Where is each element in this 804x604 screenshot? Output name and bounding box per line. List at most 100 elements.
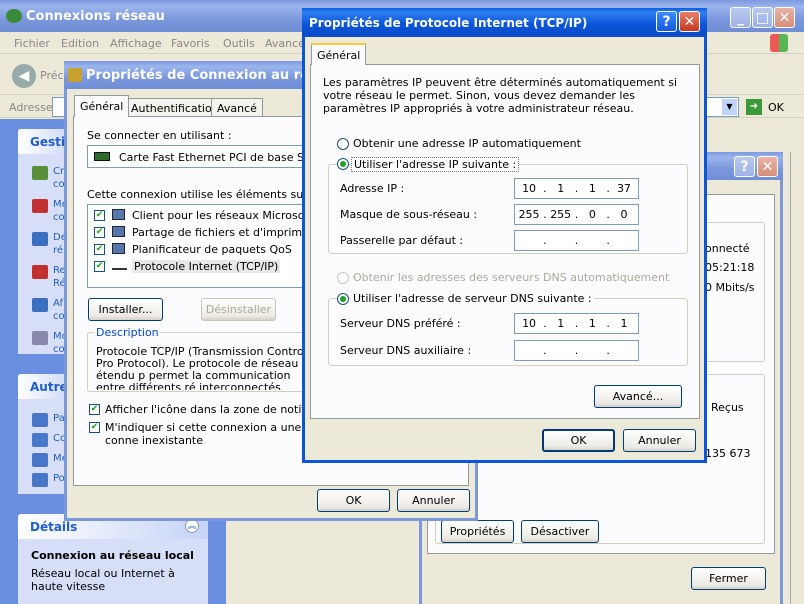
status-properties-button[interactable]: Propriétés — [441, 520, 514, 543]
task-icon[interactable] — [32, 232, 48, 246]
auto-dns-radio — [337, 272, 349, 284]
minimize-button[interactable]: _ — [730, 7, 751, 28]
component-item[interactable]: Client pour les réseaux Microsoft — [132, 209, 306, 222]
task-item-label[interactable]: co — [53, 212, 65, 223]
component-checkbox[interactable]: ✔ — [94, 244, 105, 255]
tcpip-intro: Les paramètres IP peuvent être déterminé… — [323, 76, 678, 115]
details-text: Réseau local ou Internet à haute vitesse — [31, 567, 175, 593]
use-ip-label[interactable]: Utiliser l'adresse IP suivante : — [351, 157, 520, 172]
notify-checkbox[interactable]: ✔ — [89, 422, 100, 433]
network-card-icon — [94, 152, 110, 161]
subnet-mask-field[interactable]: 255. 255. 0. 0 — [514, 204, 639, 225]
back-arrow-icon[interactable]: ◀ — [12, 64, 36, 88]
window-right-border — [790, 152, 804, 604]
install-button[interactable]: Installer... — [88, 298, 163, 321]
ip-address-field[interactable]: 10. 1. 1. 37 — [514, 178, 639, 199]
windows-logo-icon — [770, 34, 788, 52]
close-button[interactable]: ✕ — [774, 7, 795, 28]
auto-ip-label[interactable]: Obtenir une adresse IP automatiquement — [353, 137, 581, 150]
description-group: Protocole TCP/IP (Transmission Control P… — [87, 332, 317, 392]
gateway-label: Passerelle par défaut : — [340, 234, 464, 247]
adapter-name: Carte Fast Ethernet PCI de base SiS 9 — [119, 151, 307, 164]
preferred-dns-field[interactable]: 10. 1. 1. 1 — [514, 313, 639, 334]
place-icon[interactable] — [32, 473, 48, 487]
tcpip-cancel-button[interactable]: Annuler — [623, 429, 696, 452]
tcpip-help-button[interactable]: ? — [656, 11, 677, 32]
status-disable-button[interactable]: Désactiver — [521, 520, 599, 543]
go-arrow-icon[interactable]: ➜ — [746, 99, 762, 115]
status-speed: 0 Mbits/s — [705, 281, 755, 294]
connect-using-label: Se connecter en utilisant : — [87, 129, 232, 142]
tcpip-title: Propriétés de Protocole Internet (TCP/IP… — [309, 15, 588, 30]
auto-ip-radio[interactable] — [337, 138, 349, 150]
task-item-label[interactable]: Cr — [53, 166, 64, 177]
props-cancel-button[interactable]: Annuler — [397, 489, 470, 512]
status-help-button[interactable]: ? — [734, 156, 755, 177]
components-list[interactable]: ✔ Client pour les réseaux Microsoft ✔ Pa… — [87, 204, 307, 288]
component-checkbox[interactable]: ✔ — [94, 227, 105, 238]
menu-edition[interactable]: Edition — [61, 37, 99, 50]
mask-label: Masque de sous-réseau : — [340, 208, 478, 221]
component-checkbox[interactable]: ✔ — [94, 210, 105, 221]
component-item[interactable]: Partage de fichiers et d'imprimantes p — [132, 226, 306, 239]
auto-dns-label: Obtenir les adresses des serveurs DNS au… — [353, 271, 670, 284]
menu-favoris[interactable]: Favoris — [171, 37, 210, 50]
alternate-dns-field[interactable]: ... — [514, 340, 639, 361]
task-item-label[interactable]: co — [53, 179, 65, 190]
tab-advanced[interactable]: Avancé — [211, 98, 263, 118]
advanced-button[interactable]: Avancé... — [594, 385, 682, 408]
task-item-label[interactable]: co — [53, 344, 65, 355]
task-item-label[interactable]: ré — [53, 245, 63, 256]
task-icon[interactable] — [32, 265, 48, 279]
adapter-field: Carte Fast Ethernet PCI de base SiS 9 — [87, 145, 307, 168]
details-box: Détails ︽ Connexion au réseau local Rése… — [18, 514, 208, 604]
details-title: Connexion au réseau local — [31, 549, 194, 562]
share-icon — [112, 226, 125, 237]
menu-outils[interactable]: Outils — [223, 37, 255, 50]
task-icon[interactable] — [32, 298, 48, 312]
back-label[interactable]: Préc — [40, 69, 64, 82]
explorer-title: Connexions réseau — [26, 8, 165, 24]
status-duration: 05:21:18 — [705, 261, 755, 274]
address-dropdown-icon[interactable]: ▼ — [722, 99, 737, 115]
task-icon[interactable] — [32, 199, 48, 213]
maximize-button[interactable]: □ — [752, 7, 773, 28]
place-item-label[interactable]: Pa — [53, 413, 65, 424]
tab-general[interactable]: Général — [74, 95, 130, 117]
task-icon[interactable] — [32, 331, 48, 345]
tcpip-close-button[interactable]: ✕ — [679, 11, 700, 32]
place-icon[interactable] — [32, 453, 48, 467]
go-label[interactable]: OK — [768, 101, 784, 114]
use-dns-radio[interactable] — [337, 293, 349, 305]
tab-authentication[interactable]: Authentification — [125, 98, 225, 118]
task-item-label[interactable]: co — [53, 311, 65, 322]
description-label: Description — [94, 326, 161, 339]
task-item-label[interactable]: Af — [53, 298, 63, 309]
component-item[interactable]: Planificateur de paquets QoS — [132, 243, 292, 256]
gateway-field[interactable]: ... — [514, 230, 639, 251]
status-close-btn[interactable]: Fermer — [691, 567, 766, 590]
use-dns-label[interactable]: Utiliser l'adresse de serveur DNS suivan… — [351, 292, 594, 305]
menu-affichage[interactable]: Affichage — [110, 37, 162, 50]
menu-avance[interactable]: Avancé — [265, 37, 305, 50]
component-checkbox[interactable]: ✔ — [94, 261, 105, 272]
place-icon[interactable] — [32, 413, 48, 427]
status-received-value: 135 673 — [705, 447, 751, 460]
place-icon[interactable] — [32, 433, 48, 447]
show-icon-checkbox[interactable]: ✔ — [89, 404, 100, 415]
protocol-icon — [112, 262, 127, 270]
tcpip-ok-button[interactable]: OK — [542, 429, 615, 452]
props-ok-button[interactable]: OK — [317, 489, 390, 512]
task-icon[interactable] — [32, 166, 48, 180]
menu-fichier[interactable]: Fichier — [14, 37, 50, 50]
status-state: onnecté — [705, 242, 750, 255]
use-ip-radio[interactable] — [337, 158, 349, 170]
component-item-selected[interactable]: Protocole Internet (TCP/IP) — [132, 260, 281, 273]
notify-label: M'indiquer si cette connexion a une conn… — [105, 421, 302, 447]
network-icon — [6, 9, 22, 23]
collapse-icon[interactable]: ︽ — [185, 519, 199, 533]
status-close-button[interactable]: ✕ — [757, 156, 778, 177]
tab-general-tcpip[interactable]: Général — [311, 43, 367, 65]
status-received-label: Reçus — [711, 401, 744, 414]
client-icon — [112, 209, 125, 220]
